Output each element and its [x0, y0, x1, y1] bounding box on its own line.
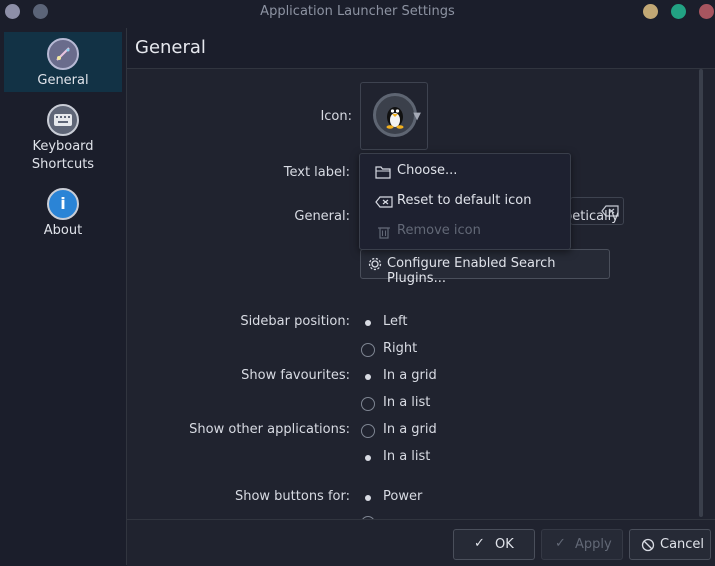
sidebar-item-label: Keyboard Shortcuts — [31, 139, 95, 172]
menu-item-remove-icon: Remove icon — [360, 217, 570, 247]
other-apps-grid-label[interactable]: In a grid — [383, 422, 437, 437]
radio-other-apps-list[interactable] — [361, 451, 375, 465]
menu-item-choose[interactable]: Choose... — [360, 157, 570, 187]
sidebar-position-right-label[interactable]: Right — [383, 341, 417, 356]
page-header: General — [127, 28, 715, 69]
minimize-button[interactable] — [643, 4, 658, 19]
clear-icon — [375, 196, 393, 208]
checkmark-icon: ✓ — [474, 536, 485, 551]
icon-context-menu: Choose... Reset to default icon Remove i… — [359, 153, 571, 250]
maximize-button[interactable] — [671, 4, 686, 19]
checkmark-icon: ✓ — [555, 536, 566, 551]
radio-sidebar-right[interactable] — [361, 343, 375, 357]
apply-button[interactable]: ✓ Apply — [541, 529, 623, 560]
icon-picker-button[interactable]: ▼ — [360, 82, 428, 150]
cancel-button[interactable]: Cancel — [629, 529, 711, 560]
menu-item-reset-default-icon[interactable]: Reset to default icon — [360, 187, 570, 217]
scrollbar[interactable] — [699, 69, 703, 517]
menu-item-label: Remove icon — [397, 223, 481, 238]
trash-icon — [378, 227, 390, 239]
sidebar-position-label: Sidebar position: — [240, 314, 350, 329]
sidebar-item-label: General — [37, 73, 89, 88]
info-icon: i — [47, 188, 79, 220]
configure-search-plugins-label: Configure Enabled Search Plugins... — [387, 256, 556, 286]
general-label: General: — [294, 209, 350, 224]
chevron-down-icon: ▼ — [413, 111, 421, 122]
folder-icon — [375, 166, 391, 179]
settings-form: Icon: ▼ Text label: General: petically C… — [127, 69, 715, 519]
menu-item-label: Choose... — [397, 163, 458, 178]
radio-sidebar-left[interactable] — [361, 316, 375, 330]
text-label-label: Text label: — [283, 165, 350, 180]
close-button[interactable] — [699, 4, 714, 19]
title-bar: Application Launcher Settings — [0, 0, 715, 24]
tux-icon — [373, 93, 417, 137]
cancel-label: Cancel — [660, 537, 705, 552]
sidebar-position-left-label[interactable]: Left — [383, 314, 407, 329]
show-other-apps-label: Show other applications: — [189, 422, 350, 437]
menu-item-label: Reset to default icon — [397, 193, 532, 208]
page-title: General — [135, 37, 206, 58]
radio-favourites-list[interactable] — [361, 397, 375, 411]
keyboard-icon — [47, 104, 79, 136]
general-checkbox-text: petically — [564, 209, 619, 224]
icon-label: Icon: — [320, 109, 352, 124]
dialog-button-bar: ✓ OK ✓ Apply Cancel — [127, 519, 715, 566]
ok-label: OK — [495, 537, 514, 552]
show-favourites-label: Show favourites: — [241, 368, 350, 383]
apply-label: Apply — [575, 537, 612, 552]
gear-icon — [368, 257, 382, 271]
favourites-grid-label[interactable]: In a grid — [383, 368, 437, 383]
radio-other-apps-grid[interactable] — [361, 424, 375, 438]
buttons-power-label[interactable]: Power — [383, 489, 422, 504]
show-buttons-for-label: Show buttons for: — [234, 489, 350, 504]
cancel-icon — [641, 538, 655, 552]
general-icon — [47, 38, 79, 70]
sidebar-item-keyboard-shortcuts[interactable]: Keyboard Shortcuts — [4, 98, 122, 178]
sidebar: General Keyboard Shortcuts i About — [0, 28, 127, 565]
favourites-list-label[interactable]: In a list — [383, 395, 430, 410]
sidebar-item-general[interactable]: General — [4, 32, 122, 92]
main-panel: General Icon: ▼ Text label: General: pet… — [127, 28, 715, 565]
window-title: Application Launcher Settings — [260, 4, 455, 19]
other-apps-list-label[interactable]: In a list — [383, 449, 430, 464]
radio-favourites-grid[interactable] — [361, 370, 375, 384]
ok-button[interactable]: ✓ OK — [453, 529, 535, 560]
sidebar-item-about[interactable]: i About — [4, 182, 122, 242]
radio-buttons-power[interactable] — [361, 491, 375, 505]
configure-search-plugins-button[interactable]: Configure Enabled Search Plugins... — [360, 249, 610, 286]
sidebar-item-label: About — [43, 223, 83, 238]
